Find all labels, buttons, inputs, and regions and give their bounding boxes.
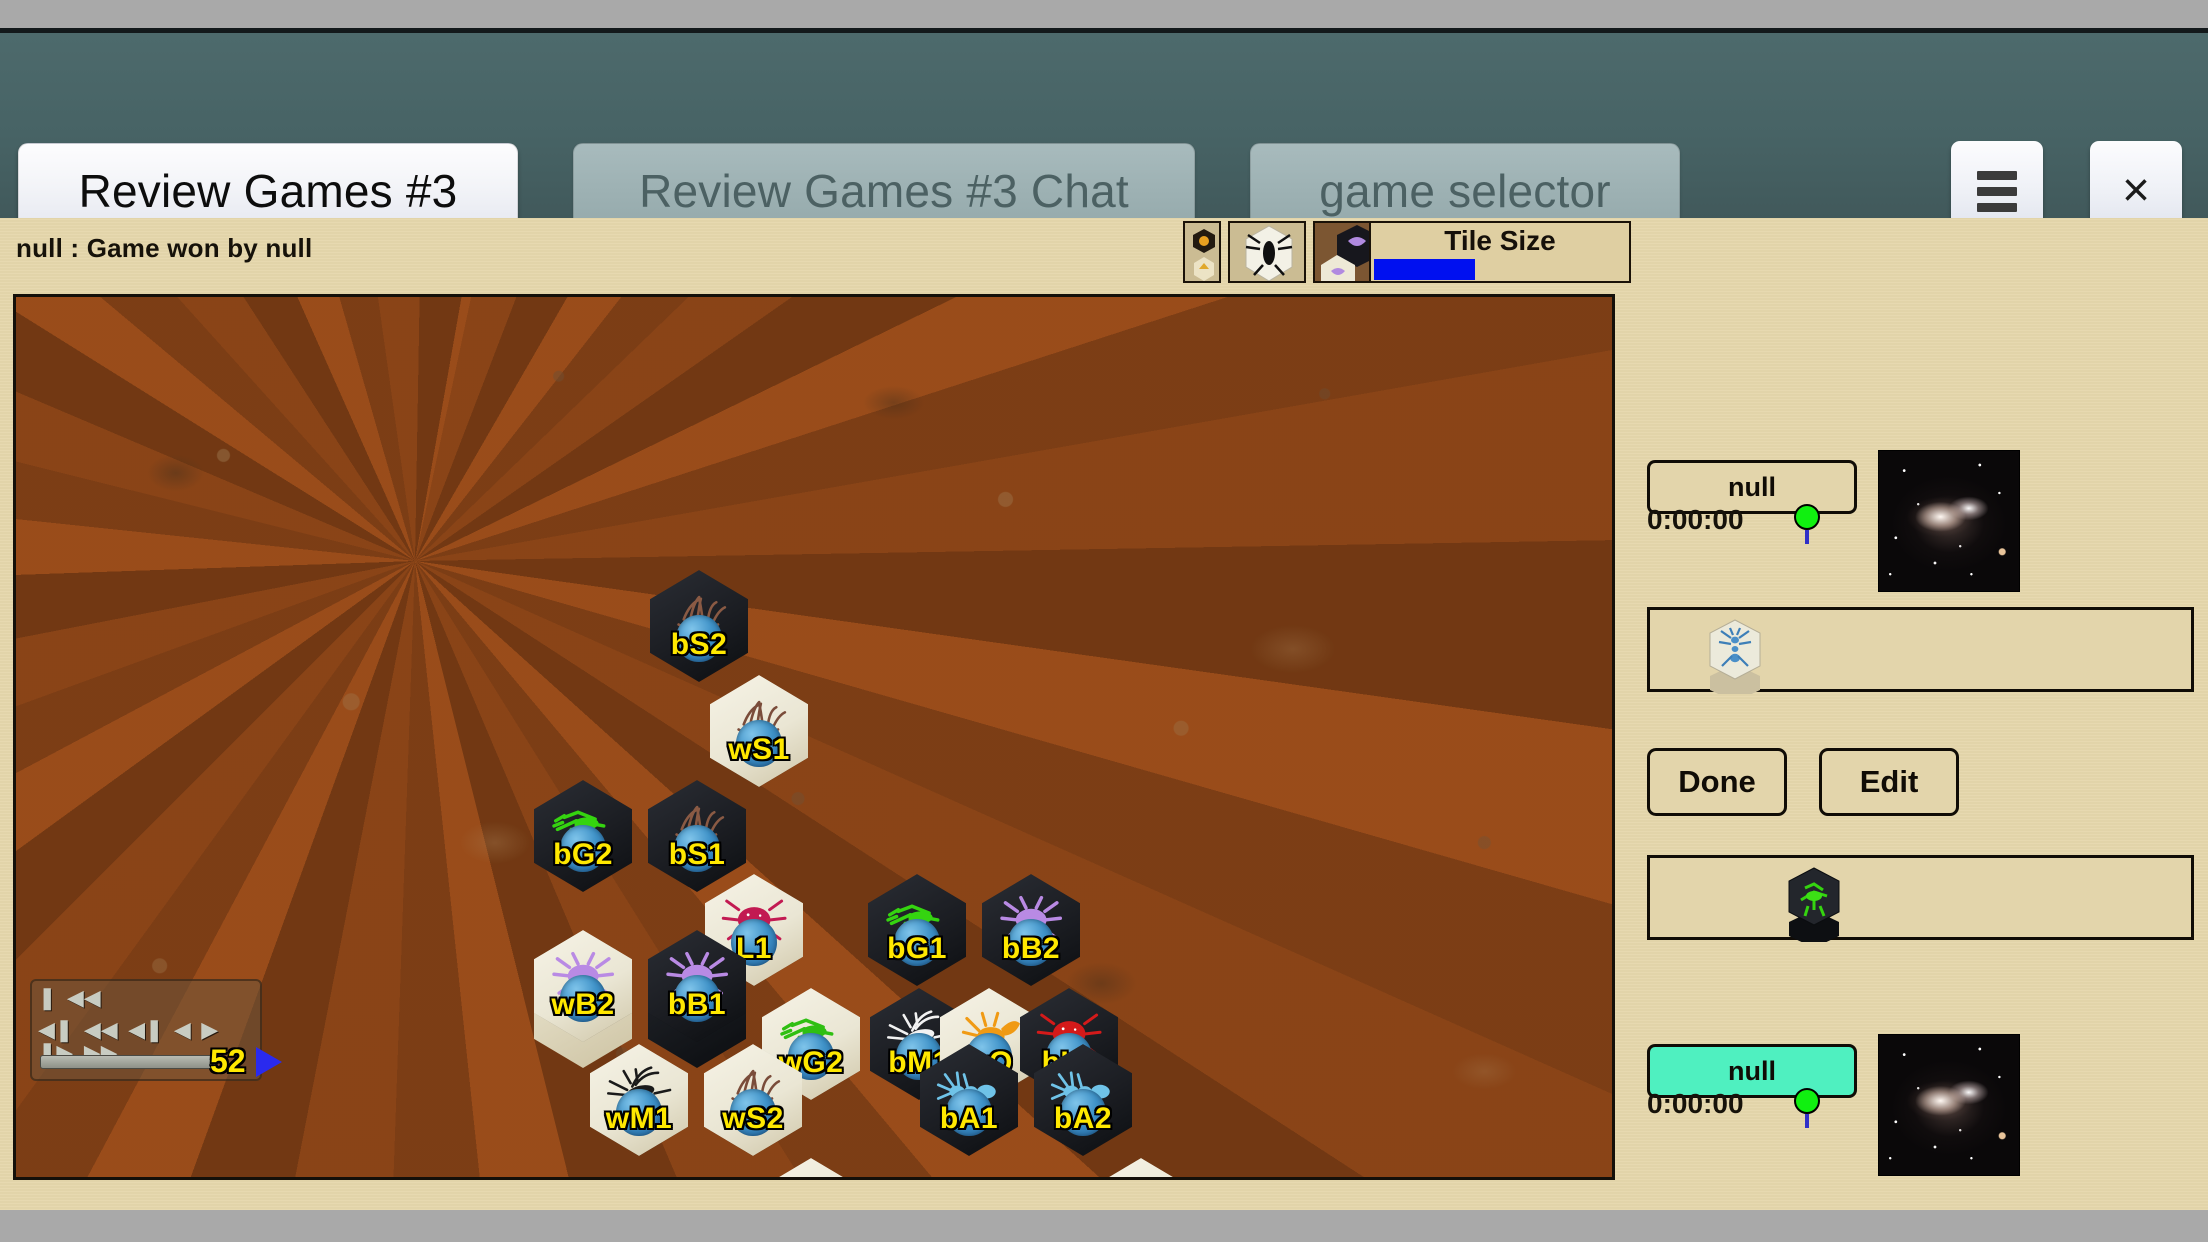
tile-disc	[894, 918, 940, 966]
tile-disc	[736, 719, 782, 767]
tile-size-slider-fill	[1374, 259, 1475, 280]
bug-icon-grasshopper	[770, 1167, 852, 1177]
close-icon: ×	[2121, 164, 2151, 217]
hive-tile-bg2[interactable]: bG2	[534, 780, 632, 892]
tile-size-slider[interactable]	[1374, 259, 1626, 280]
hamburger-icon	[1977, 164, 2017, 219]
player-bottom-status-dot	[1794, 1088, 1820, 1128]
window-tab-bar: Review Games #3 Review Games #3 Chat gam…	[0, 33, 2208, 241]
skip-start-icon[interactable]: ◀◀	[67, 987, 101, 1009]
tile-disc	[560, 824, 606, 872]
tile-disc	[1008, 918, 1054, 966]
hive-tile-partial[interactable]	[762, 1158, 860, 1177]
tile-theme-button-1[interactable]	[1183, 221, 1221, 283]
tile-size-label: Tile Size	[1444, 225, 1556, 256]
tile-disc	[560, 974, 606, 1022]
player-bottom-timer: 0:00:00	[1647, 1088, 1744, 1119]
tile-disc	[1060, 1088, 1106, 1136]
game-panel: null : Game won by null Tile Size ❚ ◀◀ ◀…	[0, 218, 2208, 1210]
tile-disc	[676, 614, 722, 662]
hive-tile-bs1[interactable]: bS1	[648, 780, 746, 892]
pause-icon[interactable]: ❚	[38, 987, 56, 1009]
playback-controls[interactable]: ❚ ◀◀ ◀❚ ◀◀ ◀❚ ◀ ▶ ❚▶ ▶▶ 52	[30, 979, 282, 1081]
player-top-timer: 0:00:00	[1647, 504, 1744, 535]
player-bottom-avatar[interactable]	[1878, 1034, 2020, 1176]
tray-tile-white-ant[interactable]	[1702, 618, 1768, 702]
bug-icon-mosquito	[1100, 1167, 1182, 1177]
game-status-text: null : Game won by null	[16, 233, 313, 263]
tile-disc	[730, 1088, 776, 1136]
play-back-icon[interactable]: ◀	[174, 1019, 191, 1041]
play-forward-icon[interactable]: ▶	[201, 1019, 218, 1041]
hive-tile-partial[interactable]	[1092, 1158, 1190, 1177]
move-number: 52	[210, 1043, 246, 1079]
tile-size-control[interactable]: Tile Size	[1369, 221, 1631, 283]
step-pause-icon[interactable]: ◀❚	[128, 1019, 163, 1041]
tray-tile-black-grasshopper[interactable]	[1781, 866, 1847, 948]
hive-tile-wm1[interactable]: wM1	[590, 1044, 688, 1156]
tile-theme-button-2[interactable]	[1228, 221, 1306, 283]
desktop-top-strip	[0, 0, 2208, 28]
edit-button[interactable]: Edit	[1819, 748, 1959, 816]
player-bottom-tray[interactable]	[1647, 855, 2194, 948]
player-top-tray[interactable]	[1647, 607, 2194, 702]
hive-tile-bg1[interactable]: bG1	[868, 874, 966, 986]
hive-tile-bb2[interactable]: bB2	[982, 874, 1080, 986]
hive-board[interactable]: ❚ ◀◀ ◀❚ ◀◀ ◀❚ ◀ ▶ ❚▶ ▶▶ 52 bS2 wS1 bG2 b…	[13, 294, 1615, 1180]
done-button[interactable]: Done	[1647, 748, 1787, 816]
desktop-bottom-strip	[0, 1210, 2208, 1242]
tile-disc	[674, 974, 720, 1022]
tile-disc	[946, 1088, 992, 1136]
hive-tile-bs2[interactable]: bS2	[650, 570, 748, 682]
player-top-status-dot	[1794, 504, 1820, 544]
step-back-icon[interactable]: ◀❚	[38, 1019, 73, 1041]
tile-disc	[674, 824, 720, 872]
play-icon[interactable]	[256, 1047, 282, 1077]
playback-row-top[interactable]: ❚ ◀◀	[38, 987, 107, 1010]
hive-game-window: Review Games #3 Review Games #3 Chat gam…	[0, 0, 2208, 1242]
tile-theme-icon-2	[1245, 225, 1293, 281]
rewind-icon[interactable]: ◀◀	[84, 1019, 118, 1041]
tile-theme-icon-1	[1193, 229, 1215, 281]
tile-disc	[616, 1088, 662, 1136]
hive-tile-ws1[interactable]: wS1	[710, 675, 808, 787]
player-sidebar: null 0:00:00 Done Edit null 0:00:00	[1635, 436, 2208, 1242]
player-top-avatar[interactable]	[1878, 450, 2020, 592]
playback-slider[interactable]	[40, 1055, 216, 1069]
